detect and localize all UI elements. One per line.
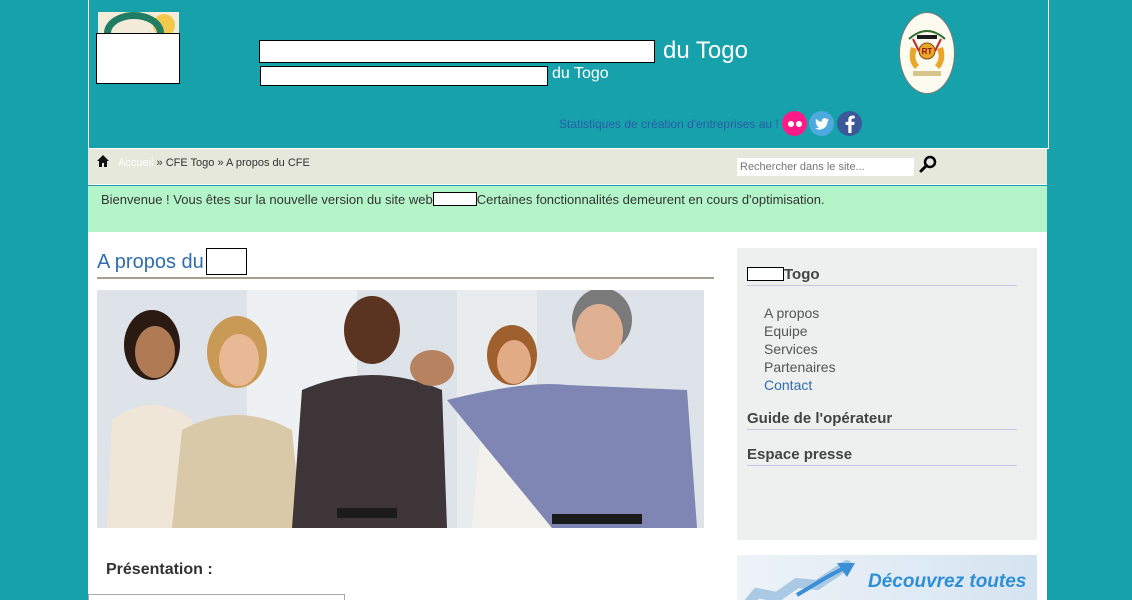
home-icon[interactable] — [96, 154, 110, 168]
sidebar-section-cfe-togo[interactable]: Togo — [747, 266, 1017, 286]
redacted-logo-box — [96, 33, 180, 84]
presentation-heading: Présentation : — [106, 561, 213, 578]
hero-photo — [97, 290, 704, 528]
stats-link[interactable]: Statistiques de création d'entreprises a… — [559, 117, 779, 131]
breadcrumb: Accueil » CFE Togo » A propos du CFE — [118, 157, 310, 169]
team-celebration-image — [97, 290, 704, 528]
promo-text: Découvrez toutes — [868, 571, 1027, 592]
search-input[interactable] — [737, 158, 914, 176]
promo-banner[interactable]: Découvrez toutes — [737, 555, 1037, 600]
flickr-icon[interactable] — [782, 111, 807, 136]
main-content: A propos du Présentation: Togo A propos… — [88, 232, 1047, 600]
breadcrumb-current: A propos du CFE — [226, 157, 310, 169]
breadcrumb-separator: » — [214, 157, 227, 169]
logo-arc-shape — [104, 12, 164, 34]
breadcrumb-home-link[interactable]: Accueil — [118, 157, 153, 169]
twitter-bird — [814, 117, 829, 130]
facebook-icon[interactable] — [837, 111, 862, 136]
cfe-logo[interactable] — [98, 12, 179, 34]
sidebar-section-cfe-togo-label: Togo — [784, 266, 820, 283]
sidebar-item-services[interactable]: Services — [764, 340, 836, 358]
redacted-sidebar-box — [747, 267, 784, 281]
redacted-site-name-box — [432, 192, 477, 206]
site-subtitle-suffix: du Togo — [552, 65, 609, 82]
site-title-suffix: du Togo — [663, 37, 748, 64]
page-heading-row: A propos du — [97, 248, 714, 279]
content-box-edge — [88, 594, 345, 600]
site-header: du Togo du Togo RT Statistiques de créat… — [88, 0, 1049, 149]
sidebar-section-guide[interactable]: Guide de l'opérateur — [747, 410, 1017, 430]
sidebar-item-equipe[interactable]: Equipe — [764, 322, 836, 340]
facebook-f — [845, 115, 855, 133]
sidebar: Togo A propos Equipe Services Partenaire… — [737, 248, 1037, 540]
sidebar-section-espace-presse[interactable]: Espace presse — [747, 446, 1017, 466]
welcome-message: Bienvenue ! Vous êtes sur la nouvelle ve… — [101, 192, 825, 207]
breadcrumb-bar: Accueil » CFE Togo » A propos du CFE — [88, 149, 1047, 185]
welcome-text-end: Certaines fonctionnalités demeurent en c… — [476, 192, 825, 207]
sidebar-item-a-propos[interactable]: A propos — [764, 304, 836, 322]
search-icon[interactable] — [919, 155, 937, 173]
coat-of-arms-icon: RT — [908, 30, 946, 76]
sidebar-item-contact[interactable]: Contact — [764, 376, 836, 394]
redacted-subtitle-box — [260, 66, 548, 86]
welcome-text-start: Bienvenue ! Vous êtes sur la nouvelle ve… — [101, 192, 433, 207]
page-title: A propos du — [97, 251, 204, 273]
welcome-banner: Bienvenue ! Vous êtes sur la nouvelle ve… — [88, 186, 1047, 232]
redacted-heading-box — [205, 248, 247, 275]
breadcrumb-cfe-togo-link[interactable]: CFE Togo — [166, 157, 215, 169]
twitter-icon[interactable] — [809, 111, 834, 136]
redacted-title-box — [259, 40, 655, 63]
svg-text:RT: RT — [922, 47, 933, 56]
sidebar-menu: A propos Equipe Services Partenaires Con… — [764, 304, 836, 394]
flickr-dots — [787, 120, 802, 127]
breadcrumb-separator: » — [153, 157, 166, 169]
growth-arrow-icon — [744, 560, 855, 600]
republic-emblem: RT — [899, 12, 955, 94]
sidebar-item-partenaires[interactable]: Partenaires — [764, 358, 836, 376]
